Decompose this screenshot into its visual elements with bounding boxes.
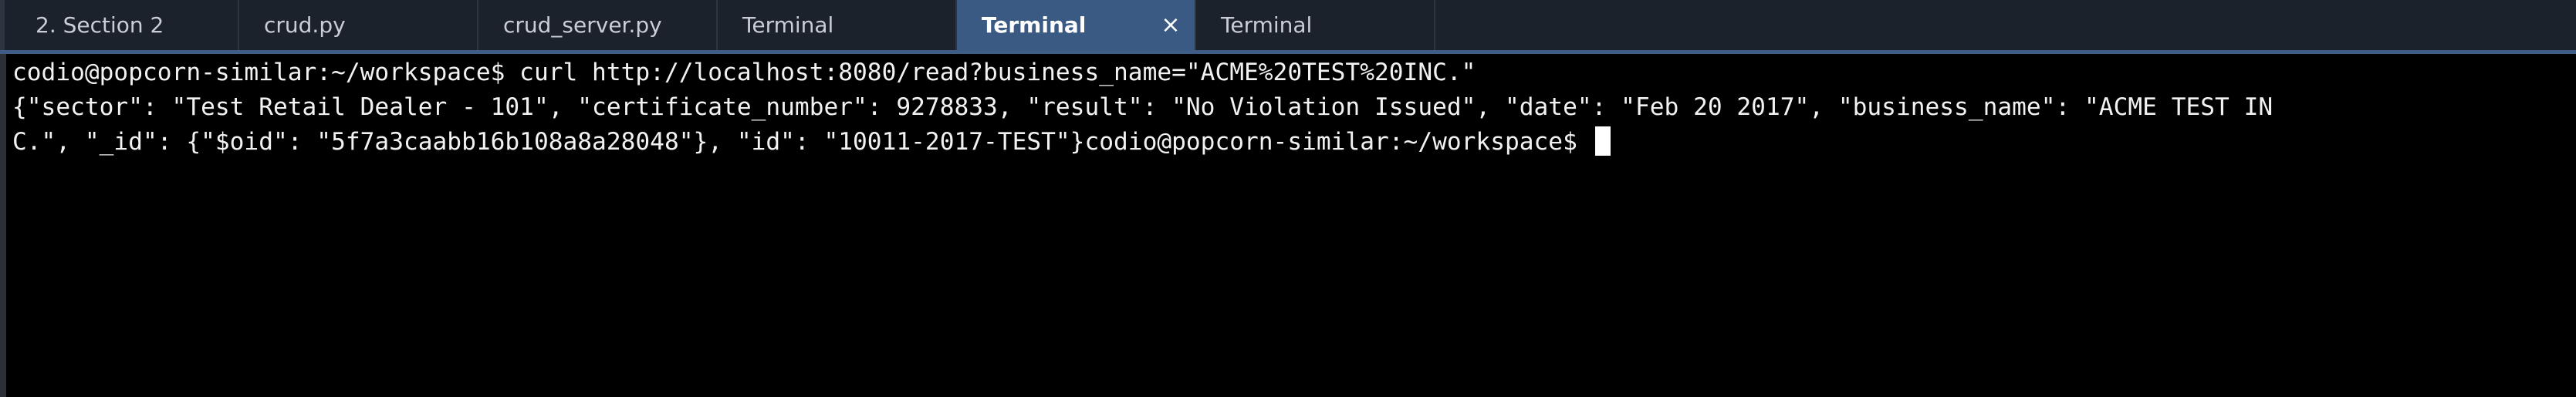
terminal-line: codio@popcorn-similar:~/workspace$ curl … [12,56,2567,90]
tab-label: crud_server.py [503,12,662,38]
tab-label: Terminal [1221,12,1313,38]
tab-section-2[interactable]: 2. Section 2 [0,0,239,50]
tab-crud-server-py[interactable]: crud_server.py [478,0,718,50]
tab-bar: 2. Section 2 crud.py crud_server.py Term… [0,0,2576,54]
tab-label: Terminal [742,12,834,38]
tab-label: 2. Section 2 [35,12,164,38]
terminal-panel[interactable]: codio@popcorn-similar:~/workspace$ curl … [12,54,2567,397]
ide-window: 2. Section 2 crud.py crud_server.py Term… [0,0,2576,397]
tab-crud-py[interactable]: crud.py [239,0,478,50]
terminal-cursor [1594,126,1611,156]
close-icon[interactable]: × [1159,12,1182,39]
tab-terminal-1[interactable]: Terminal [718,0,957,50]
terminal-line: {"sector": "Test Retail Dealer - 101", "… [12,90,2567,125]
terminal-line-text: C.", "_id": {"$oid": "5f7a3caabb16b108a8… [12,128,1592,156]
tab-label: crud.py [264,12,346,38]
terminal-line-text: {"sector": "Test Retail Dealer - 101", "… [12,93,2273,121]
terminal-line: C.", "_id": {"$oid": "5f7a3caabb16b108a8… [12,125,2567,160]
panel-divider [0,54,6,397]
tab-label: Terminal [982,12,1087,38]
terminal-line-text: codio@popcorn-similar:~/workspace$ curl … [12,59,1476,86]
tab-terminal-active[interactable]: Terminal × [957,0,1196,50]
tab-terminal-3[interactable]: Terminal [1196,0,1435,50]
